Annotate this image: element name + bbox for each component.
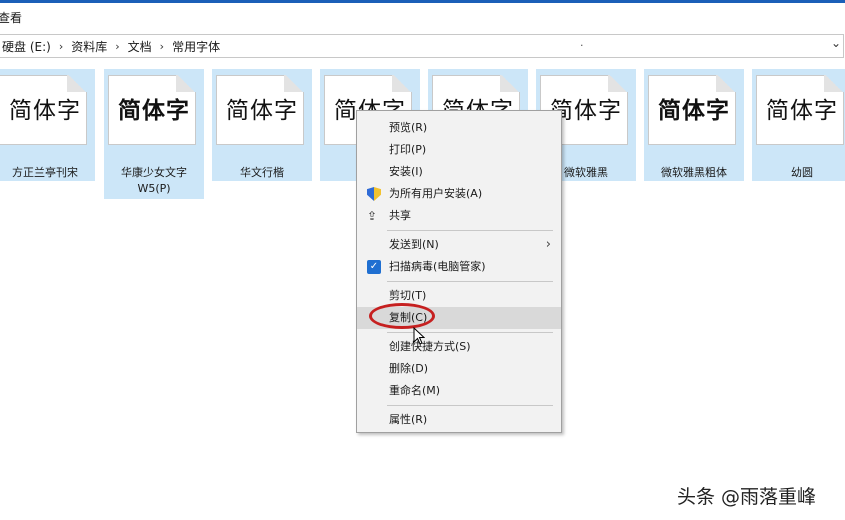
menu-item-delete[interactable]: 删除(D) xyxy=(357,358,561,380)
menu-separator xyxy=(387,332,553,333)
file-name: 微软雅黑粗体 xyxy=(661,166,727,179)
font-sample: 简体字 xyxy=(226,98,298,124)
breadcrumb: 硬盘 (E:) › 资料库 › 文档 › 常用字体 xyxy=(0,38,222,54)
watermark: 头条 @雨落重峰 xyxy=(677,486,817,508)
file-name: 华康少女文字 W5(P) xyxy=(121,166,187,195)
breadcrumb-fonts[interactable]: 常用字体 xyxy=(170,38,222,55)
font-file-8[interactable]: 简体字 幼圆 xyxy=(752,69,845,181)
menu-item-properties[interactable]: 属性(R) xyxy=(357,409,561,431)
breadcrumb-library[interactable]: 资料库 xyxy=(69,38,109,55)
file-name: 华文行楷 xyxy=(240,166,284,179)
chevron-right-icon[interactable]: › xyxy=(154,40,170,53)
menu-separator xyxy=(387,281,553,282)
menu-view[interactable]: 查看 xyxy=(0,9,22,26)
shield-icon xyxy=(367,187,381,201)
font-sample: 简体字 xyxy=(766,98,838,124)
antivirus-shield-icon: ✓ xyxy=(367,260,381,274)
file-name: 幼圆 xyxy=(791,166,813,179)
menu-item-print[interactable]: 打印(P) xyxy=(357,139,561,161)
font-sample: 简体字 xyxy=(9,98,81,124)
menu-separator xyxy=(387,405,553,406)
address-dot: · xyxy=(580,39,584,52)
menu-item-install-all-users[interactable]: 为所有用户安装(A) xyxy=(357,183,561,205)
file-name: 方正兰亭刊宋 xyxy=(12,166,78,179)
font-sample: 简体字 xyxy=(118,98,190,124)
chevron-right-icon[interactable]: › xyxy=(53,40,69,53)
font-file-2[interactable]: 简体字 华康少女文字 W5(P) xyxy=(104,69,204,199)
chevron-right-icon[interactable]: › xyxy=(109,40,125,53)
mouse-cursor-icon xyxy=(413,327,425,345)
font-sample: 简体字 xyxy=(658,98,730,124)
highlight-ellipse xyxy=(369,303,435,329)
menu-item-share[interactable]: ⇪ 共享 xyxy=(357,205,561,227)
menu-separator xyxy=(387,230,553,231)
menu-item-preview[interactable]: 预览(R) xyxy=(357,117,561,139)
menu-item-scan-virus[interactable]: ✓ 扫描病毒(电脑管家) xyxy=(357,256,561,278)
share-icon: ⇪ xyxy=(367,209,378,223)
chevron-right-icon: › xyxy=(545,237,551,252)
menu-item-rename[interactable]: 重命名(M) xyxy=(357,380,561,402)
menu-item-send-to[interactable]: 发送到(N) › xyxy=(357,234,561,256)
font-file-1[interactable]: 简体字 方正兰亭刊宋 xyxy=(0,69,95,181)
breadcrumb-drive[interactable]: 硬盘 (E:) xyxy=(0,38,53,55)
menu-item-install[interactable]: 安装(I) xyxy=(357,161,561,183)
menu-item-create-shortcut[interactable]: 创建快捷方式(S) xyxy=(357,336,561,358)
context-menu: 预览(R) 打印(P) 安装(I) 为所有用户安装(A) ⇪ 共享 发送到(N)… xyxy=(356,110,562,433)
chevron-down-icon[interactable]: ⌄ xyxy=(831,36,841,50)
breadcrumb-documents[interactable]: 文档 xyxy=(126,38,154,55)
menu-bar: 查看 xyxy=(0,3,845,29)
font-file-3[interactable]: 简体字 华文行楷 xyxy=(212,69,312,181)
address-bar[interactable]: 硬盘 (E:) › 资料库 › 文档 › 常用字体 · ⌄ xyxy=(0,34,844,58)
font-file-7[interactable]: 简体字 微软雅黑粗体 xyxy=(644,69,744,181)
